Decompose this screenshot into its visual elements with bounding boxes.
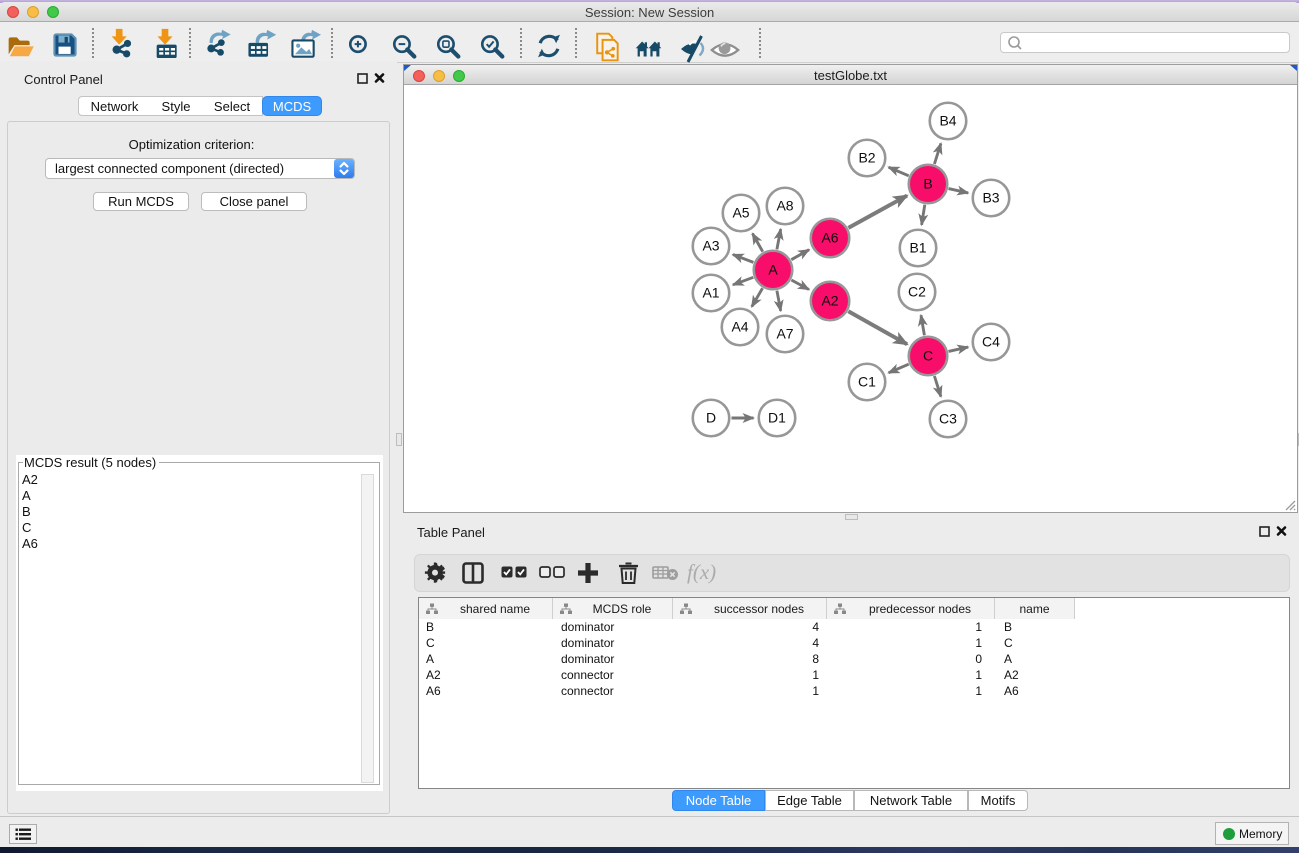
svg-text:A1: A1 <box>702 285 719 301</box>
svg-text:B2: B2 <box>858 150 875 166</box>
svg-text:C: C <box>923 348 933 364</box>
svg-text:B: B <box>923 176 932 192</box>
svg-text:B1: B1 <box>909 240 926 256</box>
svg-text:C1: C1 <box>858 374 876 390</box>
svg-text:A5: A5 <box>732 205 749 221</box>
svg-text:A7: A7 <box>776 326 793 342</box>
svg-text:A2: A2 <box>821 293 838 309</box>
svg-text:A6: A6 <box>821 230 838 246</box>
svg-text:B3: B3 <box>982 190 999 206</box>
svg-text:C2: C2 <box>908 284 926 300</box>
svg-text:A4: A4 <box>731 319 748 335</box>
svg-text:A: A <box>768 262 778 278</box>
svg-text:A3: A3 <box>702 238 719 254</box>
svg-text:C4: C4 <box>982 334 1000 350</box>
svg-text:B4: B4 <box>939 113 956 129</box>
svg-text:A8: A8 <box>776 198 793 214</box>
svg-text:C3: C3 <box>939 411 957 427</box>
svg-text:D: D <box>706 410 716 426</box>
svg-text:D1: D1 <box>768 410 786 426</box>
